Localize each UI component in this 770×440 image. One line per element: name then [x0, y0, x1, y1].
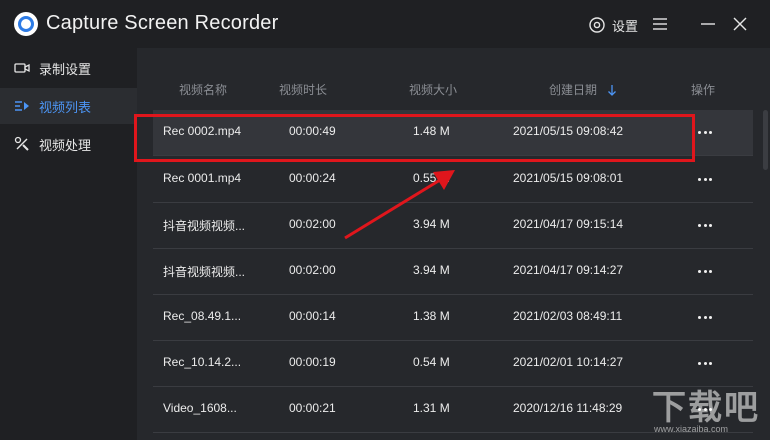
video-name: 抖音视频视频...: [163, 219, 246, 233]
video-name: 抖音视频视频...: [163, 265, 246, 279]
table-row[interactable]: 抖音视频视频... 00:02:00 3.94 M 2021/04/17 09:…: [153, 203, 753, 249]
table-row[interactable]: Video_1608... 00:00:21 1.31 M 2020/12/16…: [153, 387, 753, 433]
settings-button[interactable]: 设置: [588, 14, 638, 36]
camera-icon: [14, 63, 30, 73]
video-date: 2021/05/15 09:08:01: [513, 171, 624, 185]
video-date: 2021/02/03 08:49:11: [513, 309, 623, 323]
video-duration: 00:00:49: [289, 124, 336, 138]
column-header-name[interactable]: 视频名称: [179, 81, 227, 98]
app-logo-icon: [14, 12, 38, 36]
video-name: Rec_10.14.2...: [163, 355, 242, 369]
video-name: Video_1608...: [163, 401, 237, 415]
column-header-size[interactable]: 视频大小: [409, 81, 457, 98]
video-date: 2021/04/17 09:15:14: [513, 217, 624, 231]
video-date: 2021/04/17 09:14:27: [513, 263, 624, 277]
column-header-date-label: 创建日期: [549, 83, 598, 97]
table-row[interactable]: Rec 0002.mp4 00:00:49 1.48 M 2021/05/15 …: [153, 110, 753, 156]
more-options-icon[interactable]: [695, 401, 715, 417]
column-header-date[interactable]: 创建日期: [549, 81, 617, 98]
video-list-panel: 视频名称 视频时长 视频大小 创建日期 操作 Rec 0002.mp4 00:0…: [137, 48, 770, 440]
column-header-actions: 操作: [691, 83, 716, 97]
video-duration: 00:02:00: [289, 217, 336, 231]
video-name: Rec 0002.mp4: [163, 124, 242, 138]
video-size: 1.48 M: [413, 124, 450, 138]
sidebar-item-video-processing[interactable]: 视频处理: [0, 126, 137, 162]
settings-label: 设置: [612, 18, 639, 34]
video-size: 0.55 M: [413, 171, 450, 185]
video-size: 0.54 M: [413, 355, 450, 369]
more-options-icon[interactable]: [695, 124, 715, 140]
more-options-icon[interactable]: [695, 355, 715, 371]
scrollbar[interactable]: [763, 110, 768, 170]
sidebar-item-label: 视频列表: [39, 99, 92, 115]
video-size: 3.94 M: [413, 217, 450, 231]
video-date: 2020/12/16 11:48:29: [513, 401, 623, 415]
video-date: 2021/05/15 09:08:42: [513, 124, 624, 138]
table-row[interactable]: Rec 0001.mp4 00:00:24 0.55 M 2021/05/15 …: [153, 157, 753, 203]
video-duration: 00:00:14: [289, 309, 336, 323]
video-size: 1.31 M: [413, 401, 450, 415]
video-date: 2021/02/01 10:14:27: [513, 355, 624, 369]
video-duration: 00:00:21: [289, 401, 336, 415]
list-icon: [15, 101, 29, 111]
more-options-icon[interactable]: [695, 309, 715, 325]
more-options-icon[interactable]: [695, 263, 715, 279]
sidebar-item-label: 录制设置: [39, 61, 92, 77]
video-size: 1.38 M: [413, 309, 450, 323]
app-title: Capture Screen Recorder: [46, 12, 279, 34]
table-row[interactable]: Rec_08.49.1... 00:00:14 1.38 M 2021/02/0…: [153, 295, 753, 341]
menu-button[interactable]: [652, 16, 668, 32]
more-options-icon[interactable]: [695, 217, 715, 233]
close-icon: [733, 17, 747, 31]
sidebar-item-video-list[interactable]: 视频列表: [0, 88, 137, 124]
tools-icon: [14, 136, 29, 151]
sidebar: 录制设置 视频列表 视频处理: [0, 48, 137, 440]
table-header: 视频名称 视频时长 视频大小 创建日期 操作: [153, 72, 753, 102]
video-duration: 00:00:19: [289, 355, 336, 369]
close-button[interactable]: [732, 16, 748, 32]
video-name: Rec_08.49.1...: [163, 309, 242, 323]
hamburger-menu-icon: [653, 18, 667, 30]
minimize-button[interactable]: [700, 16, 716, 32]
video-name: Rec 0001.mp4: [163, 171, 242, 185]
column-header-duration[interactable]: 视频时长: [279, 81, 327, 98]
sidebar-item-label: 视频处理: [39, 137, 92, 153]
gear-icon: [589, 17, 605, 33]
video-size: 3.94 M: [413, 263, 450, 277]
table-row[interactable]: Rec_10.14.2... 00:00:19 0.54 M 2021/02/0…: [153, 341, 753, 387]
minimize-icon: [701, 23, 715, 25]
sidebar-item-record-settings[interactable]: 录制设置: [0, 50, 137, 86]
video-duration: 00:02:00: [289, 263, 336, 277]
sort-down-icon[interactable]: [607, 84, 617, 96]
title-bar: Capture Screen Recorder 设置: [0, 0, 770, 48]
table-row[interactable]: 抖音视频视频... 00:02:00 3.94 M 2021/04/17 09:…: [153, 249, 753, 295]
video-duration: 00:00:24: [289, 171, 336, 185]
more-options-icon[interactable]: [695, 171, 715, 187]
